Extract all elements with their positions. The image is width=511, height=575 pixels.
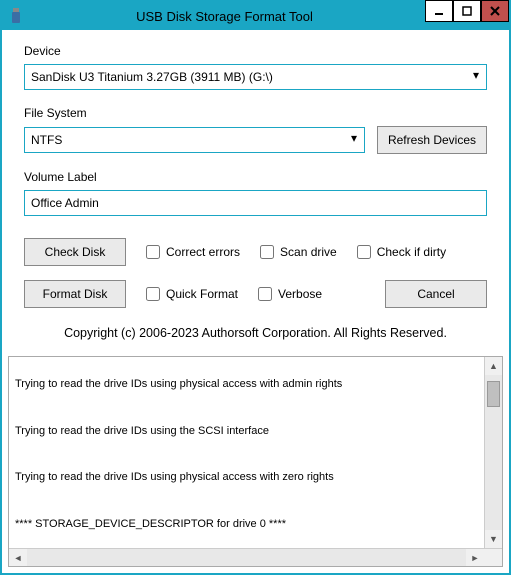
scroll-right-icon[interactable]: ► xyxy=(466,549,484,566)
close-button[interactable] xyxy=(481,0,509,22)
volume-label-input[interactable] xyxy=(24,190,487,216)
filesystem-select[interactable]: NTFS xyxy=(24,127,365,153)
vertical-scrollbar[interactable]: ▲ ▼ xyxy=(484,357,502,548)
scroll-corner xyxy=(484,549,502,566)
scroll-down-icon[interactable]: ▼ xyxy=(485,530,502,548)
maximize-button[interactable] xyxy=(453,0,481,22)
check-disk-button[interactable]: Check Disk xyxy=(24,238,126,266)
scroll-up-icon[interactable]: ▲ xyxy=(485,357,502,375)
format-disk-button[interactable]: Format Disk xyxy=(24,280,126,308)
scan-drive-checkbox[interactable]: Scan drive xyxy=(260,245,337,259)
check-disk-row: Check Disk Correct errors Scan drive Che… xyxy=(24,238,487,266)
horizontal-scrollbar[interactable]: ◄ ► xyxy=(9,548,502,566)
cancel-button[interactable]: Cancel xyxy=(385,280,487,308)
main-content: Device SanDisk U3 Titanium 3.27GB (3911 … xyxy=(2,30,509,356)
minimize-button[interactable] xyxy=(425,0,453,22)
scroll-thumb[interactable] xyxy=(487,381,500,407)
scroll-left-icon[interactable]: ◄ xyxy=(9,549,27,566)
format-disk-row: Format Disk Quick Format Verbose Cancel xyxy=(24,280,487,308)
log-output[interactable]: Trying to read the drive IDs using physi… xyxy=(9,357,484,548)
device-select[interactable]: SanDisk U3 Titanium 3.27GB (3911 MB) (G:… xyxy=(24,64,487,90)
titlebar[interactable]: USB Disk Storage Format Tool xyxy=(2,2,509,30)
check-if-dirty-checkbox[interactable]: Check if dirty xyxy=(357,245,446,259)
app-window: USB Disk Storage Format Tool Device SanD… xyxy=(0,0,511,575)
window-controls xyxy=(425,0,509,22)
correct-errors-checkbox[interactable]: Correct errors xyxy=(146,245,240,259)
device-label: Device xyxy=(24,44,487,58)
verbose-checkbox[interactable]: Verbose xyxy=(258,287,322,301)
volume-label-label: Volume Label xyxy=(24,170,487,184)
filesystem-label: File System xyxy=(24,106,487,120)
log-panel: Trying to read the drive IDs using physi… xyxy=(8,356,503,567)
quick-format-checkbox[interactable]: Quick Format xyxy=(146,287,238,301)
usb-drive-icon xyxy=(8,8,24,24)
copyright-text: Copyright (c) 2006-2023 Authorsoft Corpo… xyxy=(24,326,487,340)
refresh-devices-button[interactable]: Refresh Devices xyxy=(377,126,487,154)
